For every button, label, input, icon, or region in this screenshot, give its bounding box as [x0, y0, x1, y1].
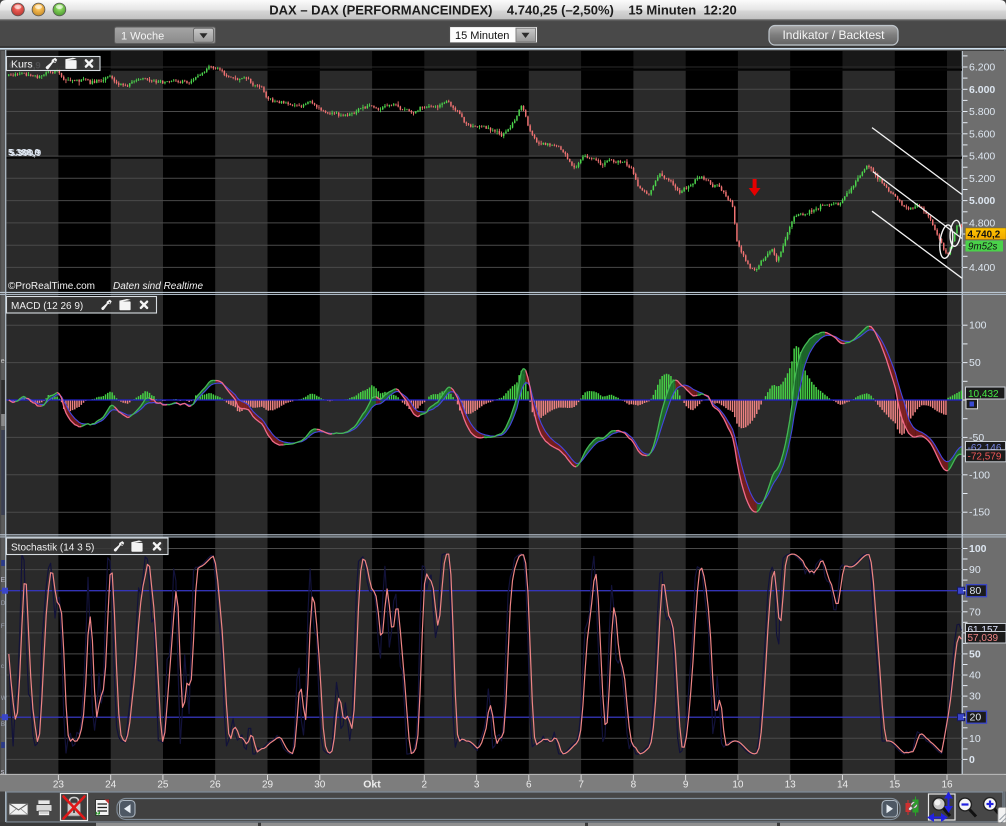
svg-text:5.800: 5.800: [969, 106, 995, 118]
svg-text:50: 50: [969, 357, 981, 369]
svg-text:30: 30: [969, 691, 981, 703]
svg-text:Kurs: Kurs: [11, 59, 33, 71]
svg-text:13: 13: [785, 780, 797, 791]
svg-text:s: s: [1, 769, 5, 776]
svg-text:4.800: 4.800: [969, 217, 995, 229]
svg-text:Stochastik (14 3 5): Stochastik (14 3 5): [11, 543, 94, 554]
svg-text:40: 40: [969, 670, 981, 682]
svg-text:23: 23: [53, 780, 65, 791]
svg-text:25: 25: [157, 780, 169, 791]
svg-text:2: 2: [422, 780, 428, 791]
svg-text:Indikator / Backtest: Indikator / Backtest: [782, 28, 885, 42]
svg-text:-150: -150: [969, 507, 990, 519]
svg-text:0: 0: [969, 754, 975, 766]
svg-text:E: E: [1, 577, 6, 584]
svg-text:Daten sind Realtime: Daten sind Realtime: [113, 281, 203, 292]
svg-text:DAX – DAX (PERFORMANCEINDEX): DAX – DAX (PERFORMANCEINDEX) 4.740,25 (–…: [269, 3, 736, 18]
svg-text:5.000: 5.000: [969, 195, 995, 207]
svg-text:20: 20: [970, 712, 982, 724]
svg-text:6.000: 6.000: [969, 84, 995, 96]
svg-text:5.200: 5.200: [969, 173, 995, 185]
svg-text:Okt: Okt: [363, 779, 381, 791]
svg-text:90: 90: [969, 564, 981, 576]
svg-text:5.600: 5.600: [969, 128, 995, 140]
svg-text:-100: -100: [969, 469, 990, 481]
svg-text:100: 100: [969, 543, 987, 555]
svg-text:10: 10: [969, 733, 981, 745]
svg-text:©ProRealTime.com: ©ProRealTime.com: [8, 281, 95, 292]
svg-text:9m52s: 9m52s: [968, 242, 998, 253]
svg-text:80: 80: [970, 585, 982, 597]
svg-text:50: 50: [969, 648, 981, 660]
svg-text:5.400: 5.400: [969, 151, 995, 163]
svg-text:8: 8: [631, 780, 637, 791]
svg-text:F: F: [1, 623, 5, 630]
svg-text:3: 3: [474, 780, 480, 791]
svg-text:14: 14: [837, 780, 849, 791]
svg-text:9: 9: [683, 780, 689, 791]
svg-text:15 Minuten: 15 Minuten: [455, 30, 509, 42]
svg-text:e: e: [1, 358, 5, 365]
svg-text:-72,579: -72,579: [968, 452, 1002, 463]
svg-text:MACD (12 26 9): MACD (12 26 9): [11, 301, 83, 312]
svg-text:16: 16: [941, 780, 953, 791]
svg-text:4.740,2: 4.740,2: [968, 229, 1001, 240]
svg-text:7: 7: [578, 780, 584, 791]
svg-text:100: 100: [969, 320, 987, 332]
svg-text:D: D: [1, 600, 6, 607]
svg-text:29: 29: [262, 780, 274, 791]
svg-text:1 Woche: 1 Woche: [121, 31, 164, 43]
svg-text:70: 70: [969, 606, 981, 618]
svg-text:6.200: 6.200: [969, 62, 995, 74]
svg-text:10: 10: [732, 780, 744, 791]
svg-text:15: 15: [889, 780, 901, 791]
svg-text:24: 24: [105, 780, 117, 791]
svg-text:26: 26: [210, 780, 222, 791]
svg-text:5.300,9: 5.300,9: [10, 148, 42, 159]
svg-text:57,039: 57,039: [968, 633, 999, 644]
svg-text:30: 30: [314, 780, 326, 791]
svg-text:4.400: 4.400: [969, 262, 995, 274]
svg-text:10,432: 10,432: [968, 389, 999, 400]
svg-text:6: 6: [526, 780, 532, 791]
svg-text:B: B: [1, 721, 5, 728]
